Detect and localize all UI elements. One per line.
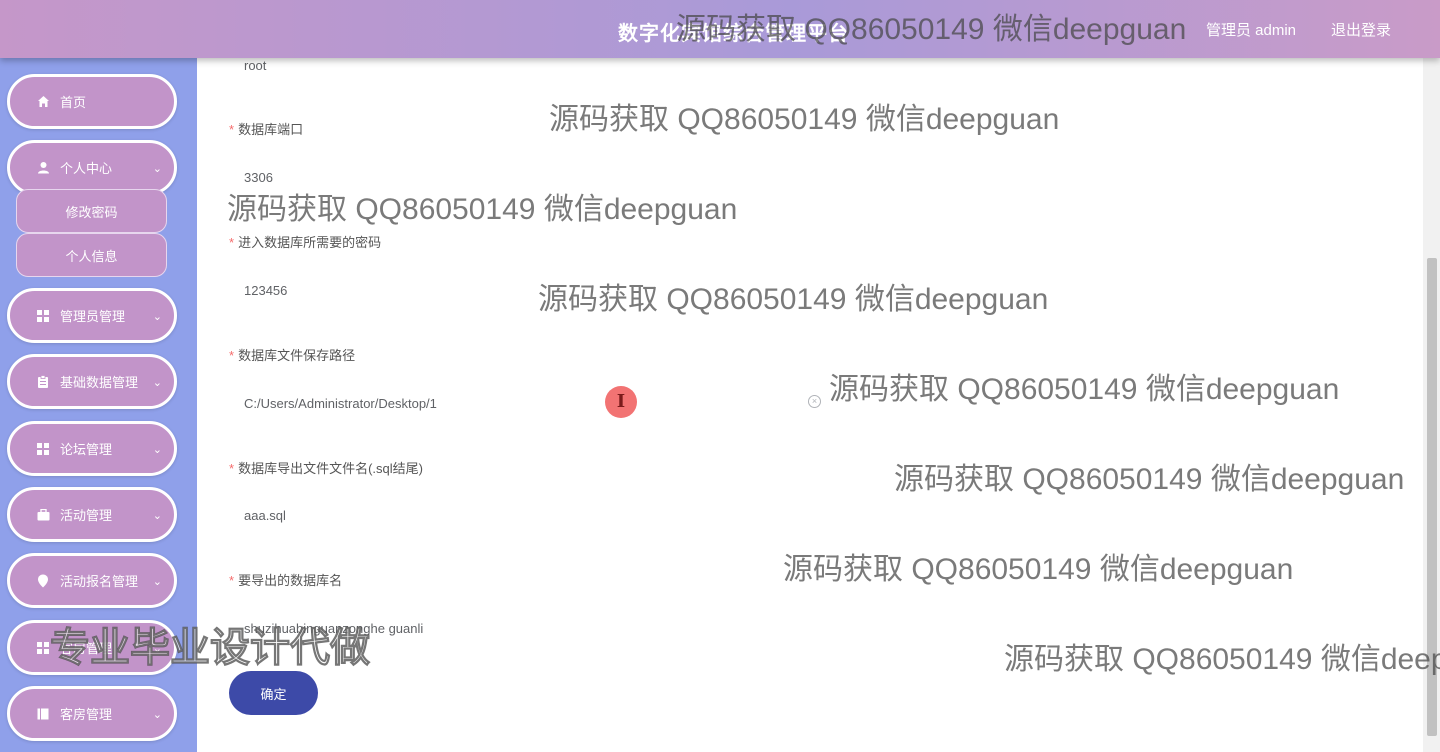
current-user: 管理员 admin [1206,22,1297,39]
watermark: 源码获取 QQ86050149 微信deepguan [538,283,1049,316]
sidebar-item-label: 首页 [60,95,87,110]
grid-icon [36,442,50,456]
home-icon [36,95,50,109]
user-icon [36,161,50,175]
sidebar-item-forum[interactable]: 论坛管理 ⌄ [7,421,177,476]
chevron-down-icon: ⌄ [152,377,162,389]
required-mark: * [229,348,235,363]
watermark: 源码获取 QQ86050149 微信deepguan [783,553,1294,586]
grid-icon [36,641,50,655]
required-mark: * [229,461,235,476]
sidebar-item-label: 活动管理 [60,508,113,523]
sidebar-item-label: 管理员管理 [60,309,126,324]
sidebar-item-room-management[interactable]: 客房管理 ⌄ [7,686,177,741]
sidebar-item-label: 活动报名管理 [60,574,139,589]
sidebar-item-label: 论坛管理 [60,442,113,457]
sidebar-item-admin-management[interactable]: 管理员管理 ⌄ [7,288,177,343]
watermark: 源码获取 QQ86050149 微信deepguan [549,103,1060,136]
confirm-button[interactable]: 确定 [229,671,318,715]
chevron-down-icon: ⌄ [152,163,162,175]
export-filename-input[interactable]: aaa.sql [244,508,286,523]
required-mark: * [229,122,235,137]
export-filename-label: * 数据库导出文件文件名(.sql结尾) [229,458,423,477]
sub-item-change-password[interactable]: 修改密码 [16,189,167,233]
briefcase-icon [36,508,50,522]
db-save-path-input[interactable]: C:/Users/Administrator/Desktop/1 [244,396,437,411]
clear-icon[interactable]: × [808,395,821,408]
export-db-name-label: * 要导出的数据库名 [229,570,342,589]
sidebar-item-activity[interactable]: 活动管理 ⌄ [7,487,177,542]
chevron-down-icon: ⌄ [152,444,162,456]
watermark: 源码获取 QQ86050149 微信deepguan [894,463,1405,496]
sidebar-item-basic-data[interactable]: 基础数据管理 ⌄ [7,354,177,409]
label-text: 进入数据库所需要的密码 [238,235,382,250]
pin-icon [36,574,50,588]
sidebar-item-label: 客房管理 [60,707,113,722]
logout-link[interactable]: 退出登录 [1331,19,1391,40]
clipboard-icon [36,375,50,389]
required-mark: * [229,235,235,250]
watermark: 源码获取 QQ86050149 微信deepguan [676,13,1187,46]
chevron-down-icon: ⌄ [152,576,162,588]
db-port-input[interactable]: 3306 [244,170,273,185]
chevron-down-icon: ⌄ [152,510,162,522]
db-password-label: * 进入数据库所需要的密码 [229,232,381,251]
sub-item-personal-info[interactable]: 个人信息 [16,233,167,277]
sidebar-item-label: 基础数据管理 [60,375,139,390]
sidebar-item-label: 个人中心 [60,161,113,176]
db-username-value[interactable]: root [244,58,266,73]
db-port-label: * 数据库端口 [229,119,303,138]
chevron-down-icon: ⌄ [152,311,162,323]
sidebar-item-home[interactable]: 首页 [7,74,177,129]
watermark: 源码获取 QQ86050149 微信deepguan [829,373,1340,406]
grid-icon [36,309,50,323]
db-save-path-label: * 数据库文件保存路径 [229,345,355,364]
sidebar-item-activity-signup[interactable]: 活动报名管理 ⌄ [7,553,177,608]
required-mark: * [229,573,235,588]
watermark-large: 专业毕业设计代做 [50,626,371,671]
label-text: 数据库导出文件文件名(.sql结尾) [238,461,423,476]
db-password-input[interactable]: 123456 [244,283,287,298]
chevron-down-icon: ⌄ [152,709,162,721]
watermark: 源码获取 QQ86050149 微信deepguan [1004,643,1440,676]
watermark: 源码获取 QQ86050149 微信deepguan [227,193,738,226]
label-text: 数据库端口 [238,122,304,137]
text-cursor-icon: I [605,386,637,418]
label-text: 要导出的数据库名 [238,573,343,588]
sidebar-item-personal-center[interactable]: 个人中心 ⌄ [7,140,177,195]
label-text: 数据库文件保存路径 [238,348,356,363]
book-icon [36,707,50,721]
